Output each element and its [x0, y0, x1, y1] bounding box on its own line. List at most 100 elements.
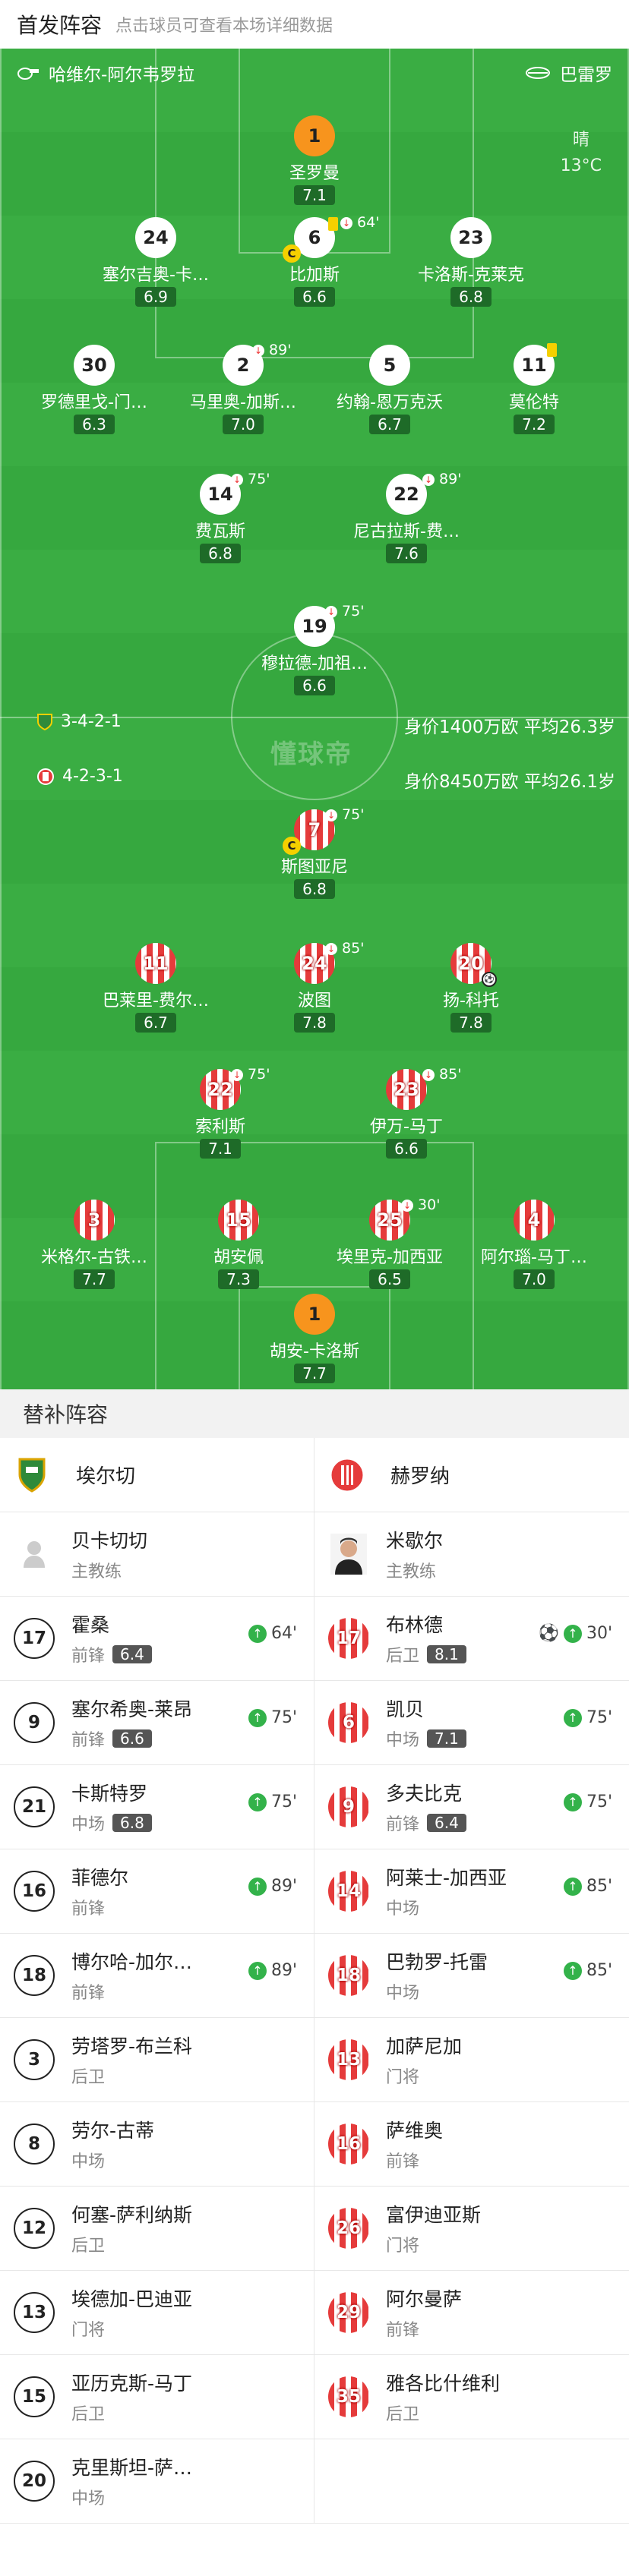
player-name: 卡洛斯-克莱克: [418, 266, 524, 285]
sub-in-event: ↑ 64': [248, 1624, 297, 1643]
player-name: 扬-科托: [443, 992, 499, 1011]
player-rating: 6.8: [112, 1814, 152, 1832]
sub-event: ↓ 75': [325, 603, 364, 620]
home-sub-player[interactable]: 12 何塞-萨利纳斯 后卫: [0, 2187, 314, 2270]
home-crest-icon: [37, 713, 52, 730]
home-sub-player[interactable]: 20 克里斯坦-萨… 中场: [0, 2439, 314, 2523]
jersey-number: 17: [328, 1618, 369, 1659]
away-sub-player[interactable]: 16 萨维奥 前锋: [314, 2102, 629, 2186]
jersey-number: 22: [386, 474, 427, 515]
player-name: 伊万-马丁: [370, 1118, 443, 1137]
coach-row: 贝卡切切 主教练 米歇尔 主教练: [0, 1512, 629, 1597]
home-team-header[interactable]: 埃尔切: [0, 1438, 314, 1512]
sub-event: ↓ 89': [422, 471, 461, 487]
player-home[interactable]: 30 罗德里戈-门… 6.3: [30, 345, 159, 434]
player-rating: 7.1: [427, 1729, 466, 1748]
player-name: 多夫比克: [386, 1783, 463, 1805]
away-sub-player[interactable]: 29 阿尔曼萨 前锋: [314, 2271, 629, 2354]
away-sub-player[interactable]: 35 雅各比什维利 后卫: [314, 2355, 629, 2439]
jersey-number: 23: [386, 1069, 427, 1110]
player-name: 凯贝: [386, 1698, 425, 1720]
watermark-logo: 懂球帝: [270, 739, 352, 770]
away-sub-player[interactable]: 9 多夫比克 前锋 6.4 ↑ 75': [314, 1765, 629, 1849]
away-crest-icon: [328, 1455, 365, 1496]
sub-event: ↓ 85': [325, 940, 364, 957]
jersey-number: 13: [328, 2039, 369, 2080]
home-sub-player[interactable]: 13 埃德加-巴迪亚 门将: [0, 2271, 314, 2354]
player-name: 布林德: [386, 1614, 444, 1636]
away-team-header[interactable]: 赫罗纳: [314, 1438, 629, 1512]
player-position: 后卫: [386, 2405, 420, 2424]
player-home[interactable]: 5 约翰-恩万克沃 6.7: [325, 345, 454, 434]
home-sub-player[interactable]: 8 劳尔-古蒂 中场: [0, 2102, 314, 2186]
yellow-card-icon: [328, 217, 338, 231]
goal-ball-icon: ⚽: [538, 1624, 559, 1643]
sub-out-icon: ↓: [325, 942, 337, 955]
player-home[interactable]: 23 卡洛斯-克莱克 6.8: [406, 217, 536, 307]
home-coach[interactable]: 贝卡切切 主教练: [0, 1512, 314, 1596]
away-sub-player[interactable]: 26 富伊迪亚斯 门将: [314, 2187, 629, 2270]
away-sub-player[interactable]: 13 加萨尼加 门将: [314, 2018, 629, 2101]
sub-in-event: ↑ 89': [248, 1877, 297, 1896]
away-sub-player[interactable]: 6 凯贝 中场 7.1 ↑ 75': [314, 1681, 629, 1764]
player-rating: 7.1: [200, 1139, 241, 1159]
player-away[interactable]: 1 胡安-卡洛斯 7.7: [250, 1294, 379, 1383]
sub-out-icon: ↓: [422, 473, 435, 486]
away-team-name[interactable]: 巴雷罗: [560, 60, 612, 86]
player-name: 塞尔希奥-莱昂: [71, 1698, 193, 1720]
jersey-number: 3: [74, 1200, 115, 1241]
away-sub-player[interactable]: 14 阿莱士-加西亚 中场 ↑ 85': [314, 1849, 629, 1933]
player-position: 前锋: [386, 1815, 420, 1834]
home-sub-player[interactable]: 9 塞尔希奥-莱昂 前锋 6.6 ↑ 75': [0, 1681, 314, 1764]
away-sub-player[interactable]: 17 布林德 后卫 8.1 ⚽ ↑ 30': [314, 1597, 629, 1680]
player-away[interactable]: 15 胡安佩 7.3: [174, 1200, 303, 1289]
sub-event: ↓ 75': [325, 806, 364, 823]
away-sub-player[interactable]: 18 巴勃罗-托雷 中场 ↑ 85': [314, 1934, 629, 2017]
player-position: 中场: [386, 1900, 420, 1919]
bench-row: 15 亚历克斯-马丁 后卫 35 雅各比什维利 后卫: [0, 2355, 629, 2439]
home-sub-player[interactable]: 18 博尔哈-加尔… 前锋 ↑ 89': [0, 1934, 314, 2017]
sub-in-icon: ↑: [248, 1961, 267, 1980]
player-home[interactable]: 1 圣罗曼 7.1: [250, 115, 379, 205]
bench-row: 3 劳塔罗-布兰科 后卫 13 加萨尼加 门将: [0, 2018, 629, 2102]
away-crest-icon: [37, 768, 54, 785]
bench-row: 16 菲德尔 前锋 ↑ 89' 14 阿莱士-加西亚 中场 ↑ 85': [0, 1849, 629, 1934]
weather-temperature: 13°C: [560, 156, 602, 175]
player-position: 中场: [71, 2489, 106, 2508]
jersey-number: 15: [218, 1200, 259, 1241]
home-team-name[interactable]: 哈维尔-阿尔韦罗拉: [49, 60, 194, 86]
section-subtitle: 点击球员可查看本场详细数据: [115, 17, 333, 36]
home-crest-icon: [14, 1455, 50, 1496]
player-away[interactable]: 11 巴莱里-费尔… 6.7: [91, 943, 220, 1033]
player-position: 前锋: [386, 2152, 420, 2171]
player-rating: 6.7: [369, 415, 410, 434]
player-home[interactable]: 11 莫伦特 7.2: [469, 345, 599, 434]
player-position: 后卫: [71, 2405, 106, 2424]
player-away[interactable]: 20 扬-科托 7.8: [406, 943, 536, 1033]
home-sub-player[interactable]: 17 霍桑 前锋 6.4 ↑ 64': [0, 1597, 314, 1680]
player-position: 后卫: [71, 2237, 106, 2256]
player-name: 巴莱里-费尔…: [103, 992, 209, 1011]
home-sub-player[interactable]: 3 劳塔罗-布兰科 后卫: [0, 2018, 314, 2101]
player-away[interactable]: 4 阿尔瑙-马丁… 7.0: [469, 1200, 599, 1289]
player-name: 塞尔吉奥-卡…: [103, 266, 209, 285]
bench-row: 8 劳尔-古蒂 中场 16 萨维奥 前锋: [0, 2102, 629, 2187]
bench-row: 12 何塞-萨利纳斯 后卫 26 富伊迪亚斯 门将: [0, 2187, 629, 2271]
player-name: 费瓦斯: [194, 522, 245, 541]
player-name: 萨维奥: [386, 2120, 444, 2142]
player-home[interactable]: 24 塞尔吉奥-卡… 6.9: [91, 217, 220, 307]
player-rating: 7.0: [514, 1269, 555, 1289]
bench-team-row: 埃尔切 赫罗纳: [0, 1438, 629, 1512]
player-position: 中场: [71, 2152, 106, 2171]
home-team-label: 埃尔切: [76, 1465, 136, 1488]
home-sub-player[interactable]: 16 菲德尔 前锋 ↑ 89': [0, 1849, 314, 1933]
player-rating: 7.1: [294, 185, 335, 205]
away-coach[interactable]: 米歇尔 主教练: [314, 1512, 629, 1596]
player-name: 罗德里戈-门…: [41, 393, 147, 412]
player-away[interactable]: 3 米格尔-古铁… 7.7: [30, 1200, 159, 1289]
home-sub-player[interactable]: 15 亚历克斯-马丁 后卫: [0, 2355, 314, 2439]
home-sub-player[interactable]: 21 卡斯特罗 中场 6.8 ↑ 75': [0, 1765, 314, 1849]
jersey-number: 6: [328, 1702, 369, 1743]
player-name: 霍桑: [71, 1614, 110, 1636]
player-rating: 6.3: [74, 415, 115, 434]
